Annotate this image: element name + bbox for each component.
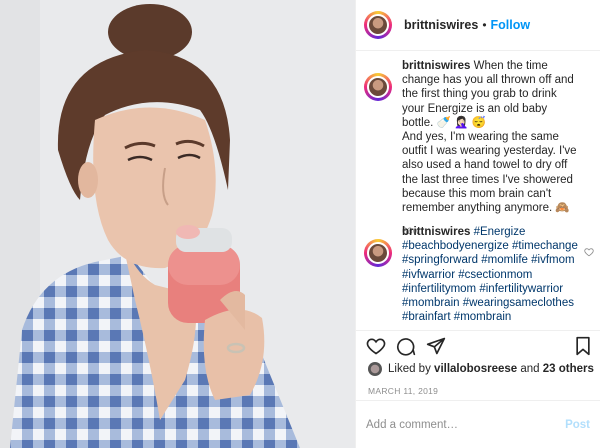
hashtag[interactable]: #brainfart xyxy=(402,311,451,323)
photo-illustration xyxy=(0,0,355,448)
hashtag-body: brittniswires #Energize #beachbodyenergi… xyxy=(402,225,580,324)
hashtag[interactable]: #ivfwarrior xyxy=(402,269,455,281)
hashtag-comment: brittniswires #Energize #beachbodyenergi… xyxy=(364,225,594,324)
action-bar xyxy=(356,330,600,360)
comment-input[interactable] xyxy=(366,418,566,431)
hashtag[interactable]: #infertilitywarrior xyxy=(479,283,563,295)
post-header: brittniswires • Follow xyxy=(356,0,600,50)
caption-username[interactable]: brittniswires xyxy=(402,60,470,72)
comments-area[interactable]: brittniswires When the time change has y… xyxy=(356,51,600,329)
hashtag[interactable]: #Energize xyxy=(474,226,526,238)
post-panel: brittniswires • Follow brittniswires Whe… xyxy=(356,0,600,448)
hashtag[interactable]: #wearingsameclothes xyxy=(463,297,574,309)
comment-avatar[interactable] xyxy=(364,239,392,267)
hashtag[interactable]: #springforward xyxy=(402,254,478,266)
caption-text-2: And yes, I'm wearing the same outfit I w… xyxy=(402,131,577,215)
liker-username[interactable]: villalobosreese xyxy=(434,363,517,375)
post-photo xyxy=(0,0,355,448)
post-date: MARCH 11, 2019 xyxy=(368,386,439,396)
caption-avatar[interactable] xyxy=(364,73,392,101)
comment-like-icon[interactable] xyxy=(584,247,594,257)
author-avatar[interactable] xyxy=(364,11,392,39)
likes-middle: and xyxy=(520,363,540,375)
hashtag[interactable]: #mombrain xyxy=(402,297,460,309)
hashtag[interactable]: #momlife xyxy=(481,254,528,266)
hashtag[interactable]: #mombrain xyxy=(454,311,512,323)
bookmark-icon[interactable] xyxy=(574,336,592,356)
hashtag[interactable]: #ivfmom xyxy=(531,254,574,266)
share-icon[interactable] xyxy=(426,336,446,356)
post-button[interactable]: Post xyxy=(565,419,590,431)
comment-username[interactable]: brittniswires xyxy=(402,226,470,238)
follow-button[interactable]: Follow xyxy=(491,18,531,32)
hashtag[interactable]: #csectionmom xyxy=(458,269,532,281)
comment-icon[interactable] xyxy=(396,336,416,356)
liker-avatar[interactable] xyxy=(368,362,382,376)
comment-bar: Post xyxy=(356,400,600,448)
hashtag[interactable]: #infertilitymom xyxy=(402,283,476,295)
hashtag[interactable]: #timechange xyxy=(512,240,578,252)
hashtag[interactable]: #beachbodyenergize xyxy=(402,240,509,252)
likes-summary: Liked by villalobosreese and 23 others xyxy=(368,362,594,376)
header-separator: • xyxy=(482,18,487,32)
heart-icon[interactable] xyxy=(366,336,386,356)
caption-body: brittniswires When the time change has y… xyxy=(402,59,580,239)
likes-prefix: Liked by xyxy=(388,363,431,375)
likes-others[interactable]: 23 others xyxy=(543,363,594,375)
author-username[interactable]: brittniswires xyxy=(404,18,478,32)
caption-comment: brittniswires When the time change has y… xyxy=(364,59,594,239)
